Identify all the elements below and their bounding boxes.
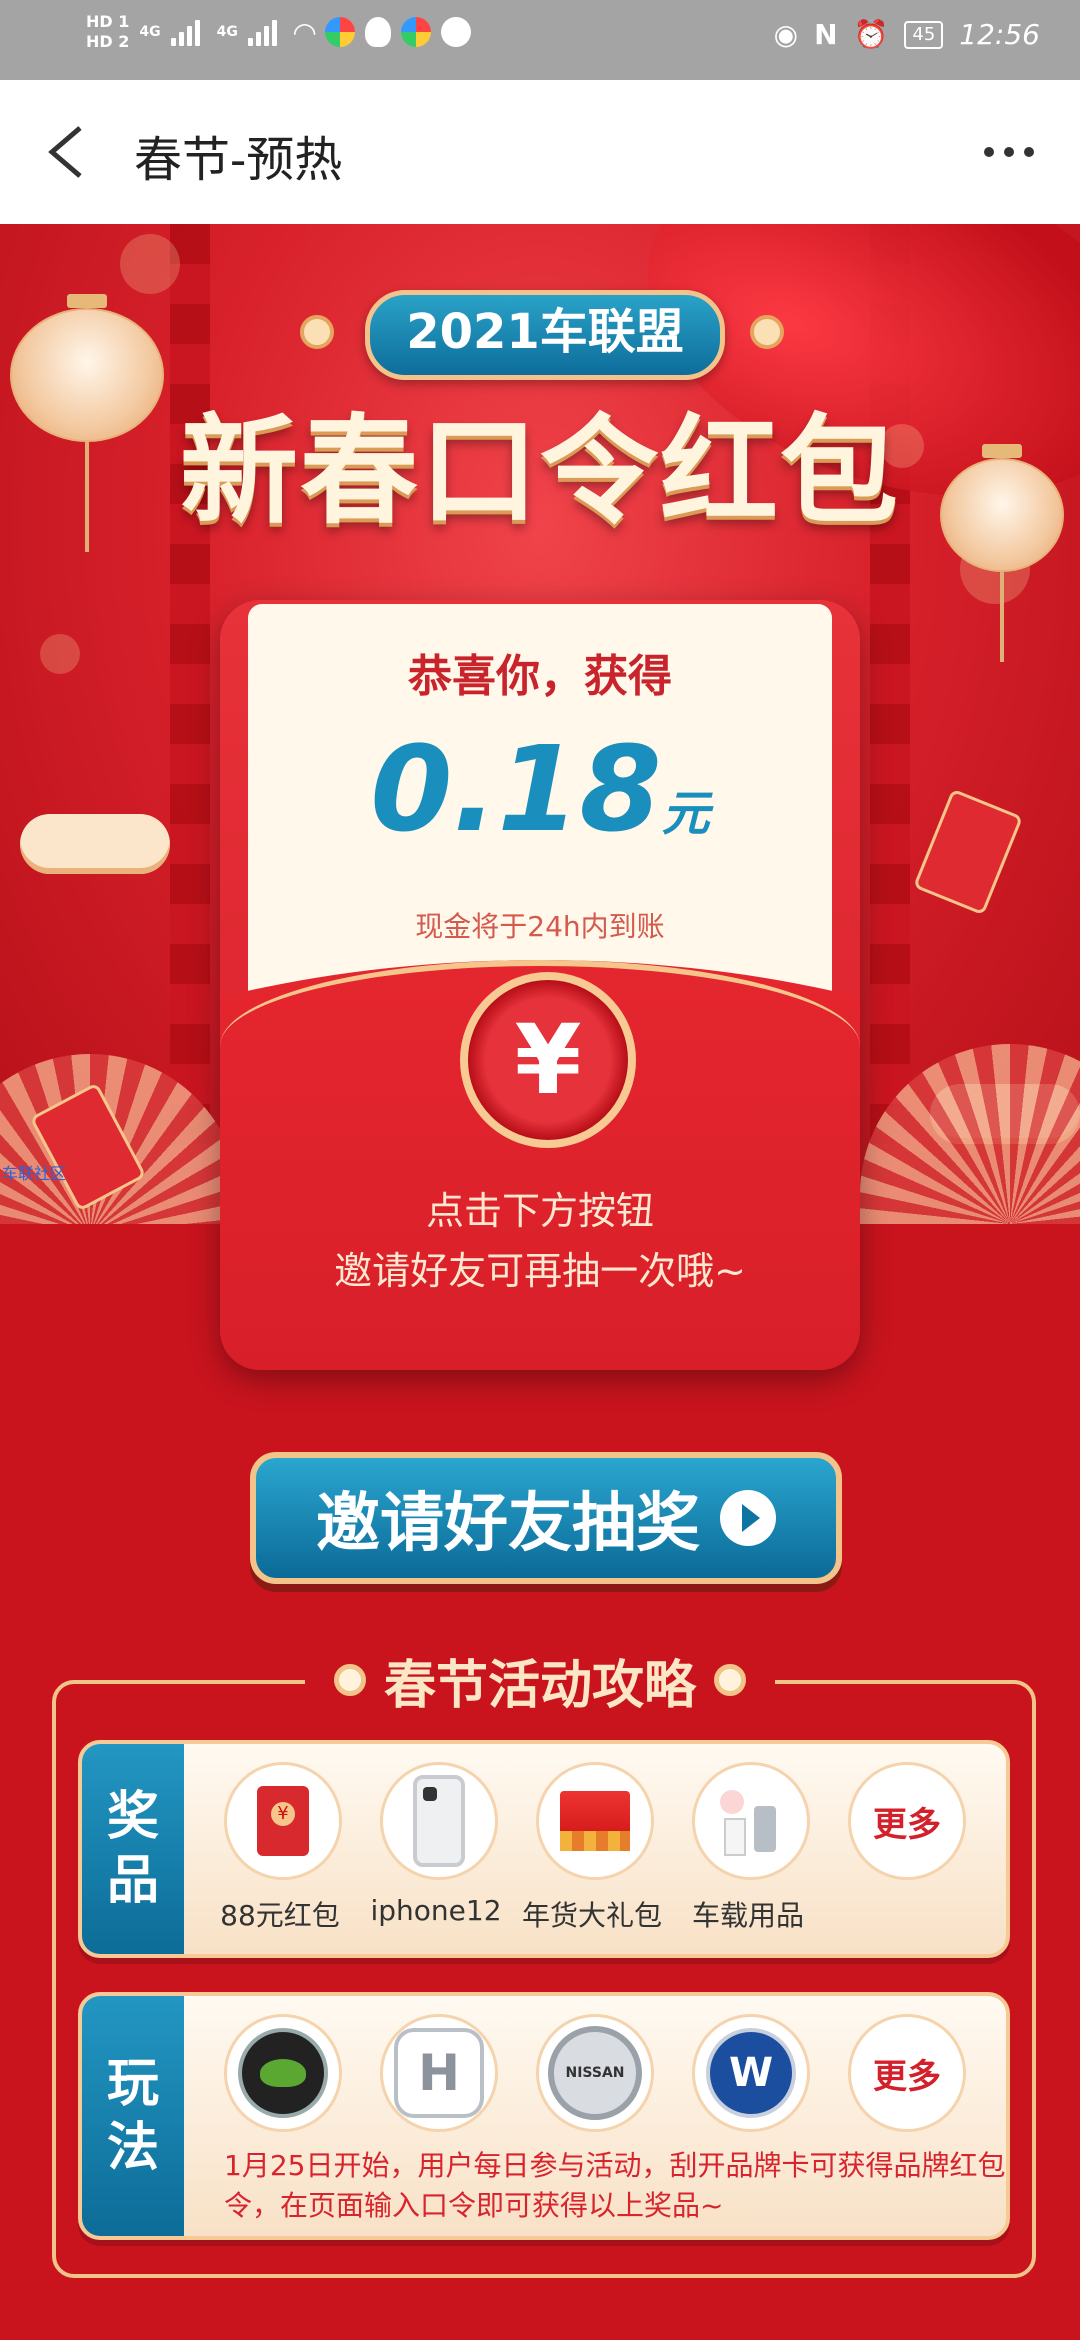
red-packet-icon (257, 1786, 309, 1856)
signal-icon (170, 18, 207, 46)
car-accessory-icon (716, 1786, 786, 1856)
honda-logo-icon: H (394, 2028, 484, 2118)
brand-nissan[interactable]: NISSAN (536, 2014, 654, 2132)
cash-note: 现金将于24h内到账 (415, 910, 665, 943)
yuan-seal-icon: ¥ (460, 972, 636, 1148)
network-label-2: 4G (216, 24, 238, 40)
app-notification-icon-2 (401, 17, 432, 47)
skoda-logo-icon (238, 2028, 328, 2118)
amount-unit: 元 (661, 786, 710, 842)
brand-honda[interactable]: H (380, 2014, 498, 2132)
rules-tag: 玩 法 (82, 1996, 184, 2236)
rules-panel: 玩 法 H NISSAN W 更多 1月25日开始，用户每日参与活动，刮开品牌卡… (78, 1992, 1010, 2240)
status-bar: HD 1 HD 2 4G 4G ◠ ◉ N ⏰ 45 12:56 (0, 0, 1080, 80)
prizes-panel: 奖 品 88元红包 iphone12 年货大礼包 车载用品 更多 (78, 1740, 1010, 1958)
rules-tag-char: 法 (106, 2118, 159, 2178)
prize-label: 年货大礼包 (521, 1899, 662, 1932)
prize-item-car-accessory[interactable] (692, 1762, 810, 1880)
strategy-title: 春节活动攻略 (383, 1655, 696, 1716)
decor-bokeh (40, 634, 80, 674)
cta-line-2: 邀请好友可再抽一次哦~ (334, 1249, 746, 1293)
rules-description: 1月25日开始，用户每日参与活动，刮开品牌卡可获得品牌红包口令，在页面输入口令即… (224, 2149, 1010, 2222)
prize-item-red-packet[interactable] (224, 1762, 342, 1880)
more-menu-icon[interactable] (984, 140, 1040, 164)
status-right: ◉ N ⏰ 45 12:56 (774, 18, 1040, 51)
rules-more-button[interactable]: 更多 (848, 2014, 966, 2132)
prize-item-iphone[interactable] (380, 1762, 498, 1880)
nfc-icon: N (814, 18, 838, 51)
brand-vw[interactable]: W (692, 2014, 810, 2132)
app-notification-icon (325, 17, 356, 47)
gift-box-icon (560, 1791, 630, 1851)
congrats-text: 恭喜你，获得 (408, 651, 672, 702)
ring-ornament-icon (714, 1664, 746, 1696)
signal-icon-2 (247, 18, 284, 46)
badge-ornament (300, 315, 334, 349)
ring-ornament-icon (333, 1664, 366, 1696)
floating-red-packet (912, 788, 1024, 916)
prizes-tag-char: 品 (106, 1851, 159, 1911)
decor-bokeh (120, 234, 180, 294)
back-arrow-icon[interactable] (44, 124, 88, 180)
prizes-tag-char: 奖 (106, 1787, 159, 1847)
prize-label: 车载用品 (691, 1899, 804, 1932)
alarm-icon: ⏰ (853, 18, 889, 51)
prizes-tag: 奖 品 (82, 1744, 184, 1954)
hd-indicators: HD 1 HD 2 (86, 12, 129, 52)
nissan-logo-icon: NISSAN (548, 2026, 642, 2120)
eye-icon: ◉ (773, 18, 799, 51)
decor-cloud (20, 814, 170, 874)
pinwheel-icon (441, 17, 472, 47)
prize-label: 88元红包 (220, 1899, 340, 1932)
vw-logo-icon: W (706, 2028, 796, 2118)
clock: 12:56 (959, 18, 1040, 51)
qq-icon (365, 17, 392, 47)
network-label-1: 4G (139, 24, 161, 40)
invite-button-label: 邀请好友抽奖 (316, 1487, 700, 1561)
page-title: 春节-预热 (134, 132, 343, 188)
iphone-icon (413, 1775, 465, 1867)
battery-icon: 45 (904, 20, 944, 49)
headline: 新春口令红包 (179, 402, 900, 540)
prizes-more-button[interactable]: 更多 (848, 1762, 966, 1880)
event-badge: 2021车联盟 (365, 290, 725, 380)
status-left: HD 1 HD 2 4G 4G ◠ (86, 12, 472, 52)
prize-item-gift-box[interactable] (536, 1762, 654, 1880)
play-icon (720, 1490, 776, 1546)
brand-skoda[interactable] (224, 2014, 342, 2132)
nav-bar: 春节-预热 (0, 80, 1080, 224)
hd2-label: HD 2 (86, 32, 130, 51)
prize-amount: 0.18元 (248, 720, 832, 858)
hd1-label: HD 1 (86, 12, 130, 31)
decor-pillar (170, 224, 210, 1144)
prize-label: iphone12 (370, 1894, 502, 1927)
watermark: 车联社区 (2, 1164, 67, 1183)
wifi-icon: ◠ (293, 15, 316, 49)
amount-value: 0.18 (370, 720, 662, 858)
cta-line-1: 点击下方按钮 (425, 1189, 654, 1233)
badge-ornament (750, 315, 784, 349)
rules-tag-char: 玩 (106, 2054, 159, 2114)
invite-friends-button[interactable]: 邀请好友抽奖 (250, 1452, 842, 1584)
strategy-header: 春节活动攻略 (305, 1650, 775, 1716)
